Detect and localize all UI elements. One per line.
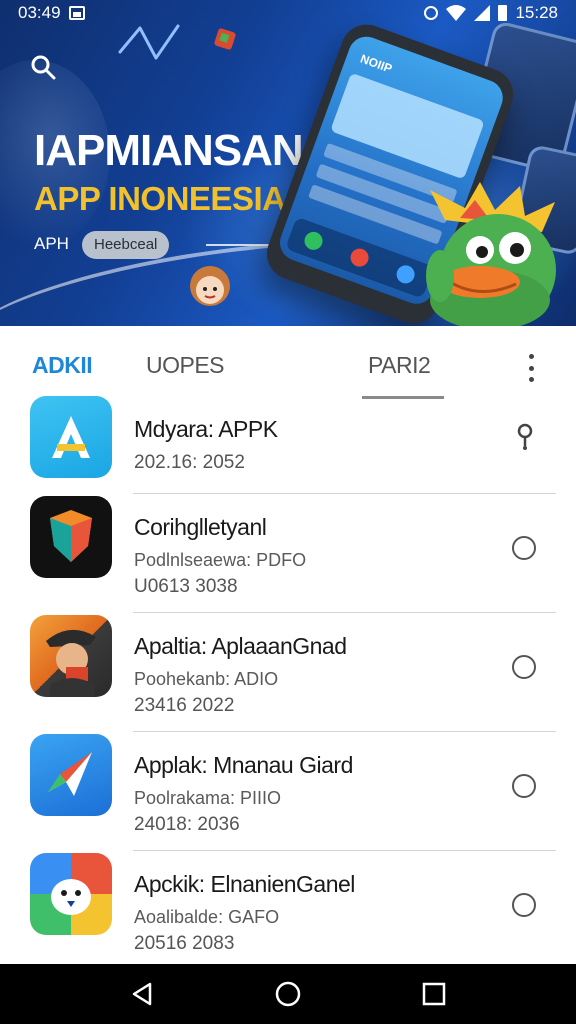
hero-pill-button[interactable]: Heebceal — [82, 231, 170, 259]
tab-pari2[interactable]: PARI2 — [368, 352, 431, 379]
app-date: 20516 2083 — [134, 933, 235, 954]
recents-icon[interactable] — [420, 980, 448, 1008]
app-name: Corihglletyanl — [134, 514, 267, 540]
shield-icon — [30, 496, 112, 578]
radio-button[interactable] — [512, 774, 536, 798]
alarm-icon — [424, 6, 439, 20]
app-date: 24018: 2036 — [134, 814, 240, 835]
more-vert-icon[interactable] — [524, 354, 538, 382]
app-name: Apckik: ElnanienGanel — [134, 871, 355, 897]
app-name: Mdyara: APPK — [134, 416, 278, 442]
location-pin-icon[interactable] — [514, 420, 536, 452]
mascot-illustration — [426, 182, 556, 326]
battery-icon — [498, 5, 508, 21]
floating-cube-decoration — [213, 27, 237, 51]
hero-title: IAPMIANSAN — [34, 126, 304, 175]
radio-button[interactable] — [512, 655, 536, 679]
zigzag-decoration — [118, 24, 180, 60]
tab-bar: ADKII UOPES PARI2 — [0, 326, 576, 400]
app-subtitle: Podlnlseaewa: PDFO — [134, 550, 307, 570]
radio-button[interactable] — [512, 536, 536, 560]
back-icon[interactable] — [128, 980, 156, 1008]
app-date: 23416 2022 — [134, 695, 235, 716]
app-date: U0613 3038 — [134, 576, 238, 597]
a-letter-icon — [30, 396, 112, 478]
hero-pill-line — [206, 244, 270, 246]
app-subtitle: Aoalibalde: GAFO — [134, 907, 280, 927]
app-date: 202.16: 2052 — [134, 452, 245, 473]
app-subtitle: Poolrakama: PIIIO — [134, 788, 282, 808]
status-time-right: 15:28 — [515, 3, 558, 22]
app-name: Apaltia: AplaaanGnad — [134, 633, 347, 659]
app-list: Mdyara: APPK 202.16: 2052 Corihglletyanl… — [0, 394, 576, 970]
signal-icon — [474, 5, 491, 21]
list-item[interactable]: Apckik: ElnanienGanel Aoalibalde: GAFO 2… — [0, 851, 576, 970]
paper-plane-icon — [30, 734, 112, 816]
bird-icon — [30, 853, 112, 935]
kid-character-illustration — [190, 266, 230, 306]
navigation-bar — [0, 964, 576, 1024]
hero-apk-label: APH — [34, 234, 69, 253]
list-item[interactable]: Applak: Mnanau Giard Poolrakama: PIIIO 2… — [0, 732, 576, 851]
search-icon[interactable] — [30, 54, 56, 80]
hero-subtitle: APP INONEESIA — [34, 180, 286, 217]
hero-banner: IAPMIANSAN APP INONEESIA APH Heebceal NO… — [0, 0, 576, 326]
character-icon — [30, 615, 112, 697]
list-item[interactable]: Apaltia: AplaaanGnad Poohekanb: ADIO 234… — [0, 613, 576, 732]
list-item[interactable]: Corihglletyanl Podlnlseaewa: PDFO U0613 … — [0, 494, 576, 613]
app-subtitle: Poohekanb: ADIO — [134, 669, 279, 689]
gallery-notification-icon — [68, 6, 85, 20]
app-name: Applak: Mnanau Giard — [134, 752, 353, 778]
home-icon[interactable] — [274, 980, 302, 1008]
tab-uopes[interactable]: UOPES — [146, 352, 225, 379]
status-time-left: 03:49 — [18, 3, 61, 22]
list-item[interactable]: Mdyara: APPK 202.16: 2052 — [0, 394, 576, 494]
phone-screen-text: NOIIP — [358, 51, 394, 76]
status-bar: 03:49 15:28 — [0, 0, 576, 26]
wifi-icon — [446, 5, 467, 21]
tab-adkii[interactable]: ADKII — [32, 352, 93, 379]
radio-button[interactable] — [512, 893, 536, 917]
